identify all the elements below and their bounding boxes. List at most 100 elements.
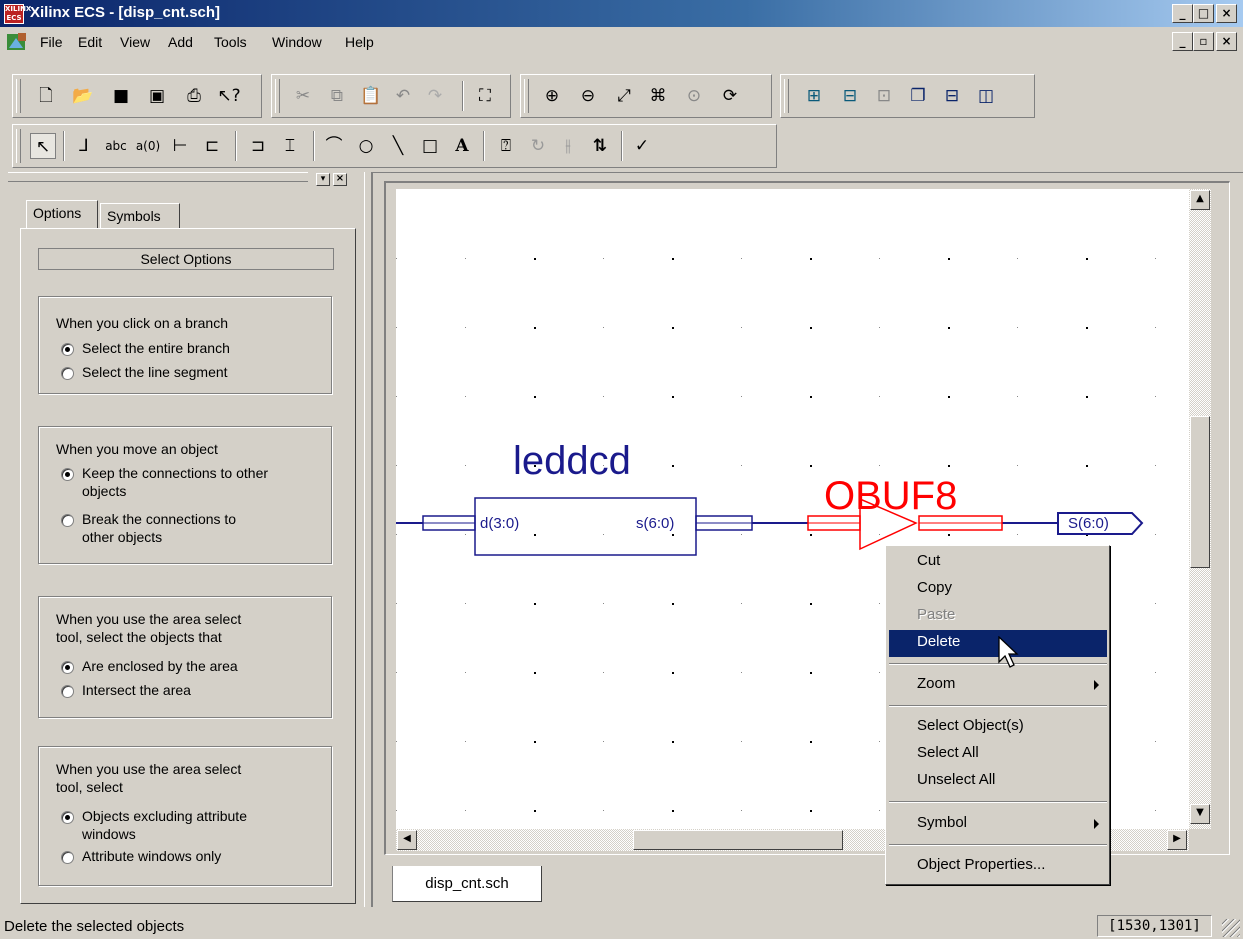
scroll-left-icon[interactable]: ◀ (397, 830, 417, 850)
zoom-selected-icon[interactable]: ⊙ (681, 83, 707, 109)
radio-keep-connections[interactable] (61, 468, 74, 481)
hierarchy-push-icon[interactable]: ⊞ (801, 83, 827, 109)
hierarchy-pop-icon[interactable]: ⊟ (837, 83, 863, 109)
toolbar-grip[interactable] (784, 79, 789, 113)
tab-options[interactable]: Options (26, 200, 98, 228)
radio-break-connections[interactable] (61, 514, 74, 527)
tile-horizontal-icon[interactable]: ⊟ (939, 83, 965, 109)
open-icon[interactable]: 📂 (70, 83, 96, 109)
vertical-scrollbar[interactable]: ▲ ▼ (1189, 189, 1211, 829)
panel-float-icon[interactable]: ▾ (316, 173, 330, 186)
scroll-down-icon[interactable]: ▼ (1190, 804, 1210, 824)
add-instance-icon[interactable]: ⌶ (277, 133, 303, 159)
scroll-right-icon[interactable]: ▶ (1167, 830, 1187, 850)
radio-intersect-area[interactable] (61, 685, 74, 698)
menu-help[interactable]: Help (345, 34, 374, 50)
minimize-icon[interactable]: _ (1172, 4, 1193, 23)
cascade-icon[interactable]: ❐ (905, 83, 931, 109)
maximize-icon[interactable]: □ (1193, 4, 1214, 23)
toolbar-grip[interactable] (524, 79, 529, 113)
redo-icon[interactable]: ↷ (422, 83, 448, 109)
new-icon[interactable]: 🗋 (33, 83, 59, 109)
save-icon[interactable]: ■ (108, 83, 134, 109)
cut-icon[interactable]: ✂ (290, 83, 316, 109)
rotate-icon[interactable]: ↻ (525, 133, 551, 159)
context-help-icon[interactable]: ↖? (216, 83, 242, 109)
sheet-tab[interactable]: disp_cnt.sch (392, 866, 542, 902)
title-bar: XILINX ECS Xilinx ECS - [disp_cnt.sch] _ … (0, 0, 1243, 27)
add-io-marker-icon[interactable]: ⊢ (167, 133, 193, 159)
print-icon[interactable]: ⎙ (181, 83, 207, 109)
zoom-in-icon[interactable]: ⊕ (539, 83, 565, 109)
menu-item-copy[interactable]: Copy (889, 576, 1107, 603)
menu-add[interactable]: Add (168, 34, 193, 50)
menu-file[interactable]: File (40, 34, 63, 50)
add-wire-icon[interactable]: ⅃ (71, 133, 97, 159)
scroll-up-icon[interactable]: ▲ (1190, 190, 1210, 210)
menu-tools[interactable]: Tools (214, 34, 247, 50)
app-icon[interactable]: XILINX ECS (4, 4, 31, 24)
zoom-out-icon[interactable]: ⊖ (575, 83, 601, 109)
tab-symbols[interactable]: Symbols (100, 203, 180, 229)
radio-select-entire-branch[interactable] (61, 343, 74, 356)
add-bus-tap-icon[interactable]: a(0) (135, 133, 161, 159)
find-icon[interactable]: ⛶ (472, 83, 498, 109)
window-toolbar: ⊞ ⊟ ⊡ ❐ ⊟ ◫ (780, 74, 1035, 118)
add-bus-icon[interactable]: ⊐ (245, 133, 271, 159)
mdi-close-icon[interactable]: × (1216, 32, 1237, 51)
menu-item-symbol[interactable]: Symbol (889, 811, 1107, 838)
paste-icon[interactable]: 📋 (358, 83, 384, 109)
radio-objects-excluding-attribute[interactable] (61, 811, 74, 824)
toolbar-grip[interactable] (16, 129, 21, 163)
zoom-full-icon[interactable]: ⤢ (611, 83, 637, 109)
option-label: Are enclosed by the area (82, 658, 238, 674)
copy-icon[interactable]: ⧉ (324, 83, 350, 109)
add-text-icon[interactable]: A (449, 133, 475, 159)
check-schematic-icon[interactable]: ✓ (629, 133, 655, 159)
obuf8-instance-name[interactable]: OBUF8 (824, 474, 957, 519)
toolbar-grip[interactable] (275, 79, 280, 113)
menu-item-zoom[interactable]: Zoom (889, 672, 1107, 699)
mdi-restore-icon[interactable]: ▫ (1193, 32, 1214, 51)
radio-select-line-segment[interactable] (61, 367, 74, 380)
add-rectangle-icon[interactable]: □ (417, 133, 443, 159)
mirror-icon[interactable]: ⫲ (555, 133, 581, 159)
menu-item-object-properties[interactable]: Object Properties... (889, 853, 1107, 880)
panel-grip[interactable] (8, 172, 308, 182)
menu-item-select-all[interactable]: Select All (889, 741, 1107, 768)
toolbar-grip[interactable] (16, 79, 21, 113)
add-net-name-icon[interactable]: abc (103, 133, 129, 159)
menu-edit[interactable]: Edit (78, 34, 102, 50)
tile-vertical-icon[interactable]: ◫ (973, 83, 999, 109)
add-symbol-icon[interactable]: ⊏ (199, 133, 225, 159)
mdi-minimize-icon[interactable]: _ (1172, 32, 1193, 51)
menu-item-paste[interactable]: Paste (889, 603, 1107, 630)
add-line-icon[interactable]: ╲ (385, 133, 411, 159)
radio-attribute-windows-only[interactable] (61, 851, 74, 864)
panel-close-icon[interactable]: × (333, 173, 347, 186)
undo-icon[interactable]: ↶ (390, 83, 416, 109)
refresh-icon[interactable]: ⟳ (717, 83, 743, 109)
menu-view[interactable]: View (120, 34, 150, 50)
leddcd-instance-name[interactable]: leddcd (513, 439, 631, 484)
horizontal-scroll-thumb[interactable] (633, 830, 843, 850)
document-icon[interactable] (6, 32, 28, 52)
add-circle-icon[interactable]: ○ (353, 133, 379, 159)
menu-item-cut[interactable]: Cut (889, 549, 1107, 576)
save-all-icon[interactable]: ▣ (144, 83, 170, 109)
symbol-icon[interactable]: ⊡ (871, 83, 897, 109)
io-marker-label[interactable]: S(6:0) (1068, 515, 1109, 532)
add-arc-icon[interactable]: ⌒ (321, 133, 347, 159)
select-icon[interactable]: ↖ (30, 133, 56, 159)
radio-enclosed-by-area[interactable] (61, 661, 74, 674)
zoom-to-box-icon[interactable]: ⌘ (645, 83, 671, 109)
menu-item-select-objects[interactable]: Select Object(s) (889, 714, 1107, 741)
panel-splitter[interactable] (364, 172, 372, 907)
vertical-scroll-thumb[interactable] (1190, 416, 1210, 568)
menu-window[interactable]: Window (272, 34, 322, 50)
symbol-info-icon[interactable]: ⍰ (493, 133, 519, 159)
swap-icon[interactable]: ⇅ (587, 133, 613, 159)
menu-item-unselect-all[interactable]: Unselect All (889, 768, 1107, 795)
close-icon[interactable]: × (1216, 4, 1237, 23)
resize-grip-icon[interactable] (1222, 919, 1240, 937)
